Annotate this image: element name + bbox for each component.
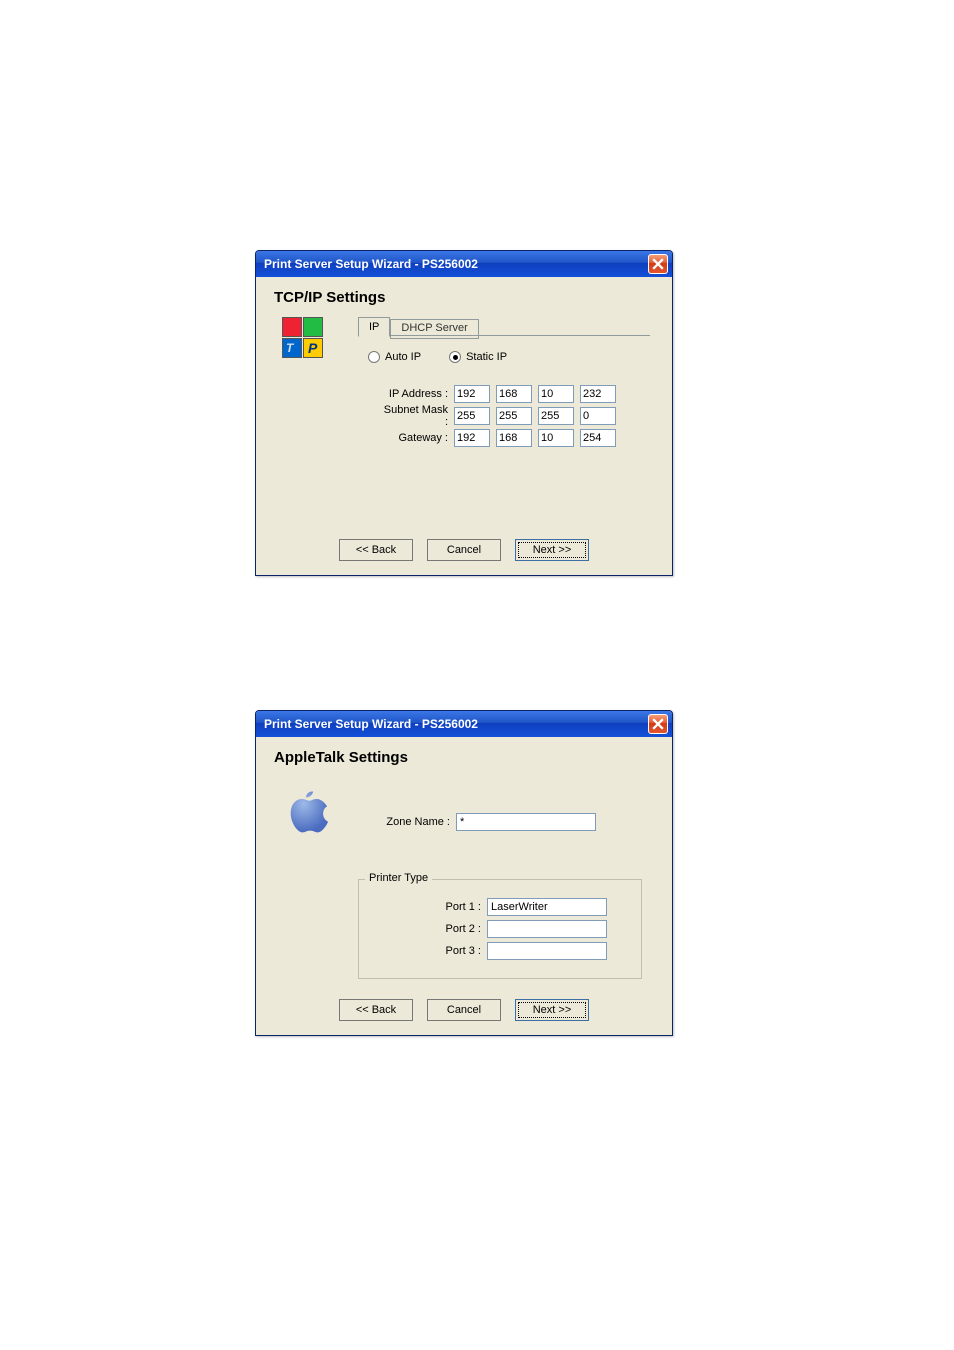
ip-fields: IP Address : Subnet Mask : Gateway : (378, 383, 622, 449)
radio-auto-ip[interactable]: Auto IP (368, 351, 421, 363)
tab-dhcp-server[interactable]: DHCP Server (390, 319, 478, 339)
port3-label: Port 3 : (439, 945, 481, 957)
ip-mode-radios: Auto IP Static IP (368, 351, 507, 363)
port2-input[interactable] (487, 920, 607, 938)
gw-octet-4[interactable] (580, 429, 616, 447)
subnet-mask-label: Subnet Mask : (378, 404, 448, 428)
mask-octet-1[interactable] (454, 407, 490, 425)
appletalk-content: AppleTalk Settings Zone Name : Printer T… (260, 739, 668, 1031)
next-button[interactable]: Next >> (515, 999, 589, 1021)
tcpip-icon: T P (282, 317, 324, 359)
printer-ports: Port 1 : Port 2 : Port 3 : (439, 896, 607, 962)
port1-row: Port 1 : (439, 896, 607, 918)
radio-static-ip-label: Static IP (466, 351, 507, 363)
mask-octet-4[interactable] (580, 407, 616, 425)
gw-octet-2[interactable] (496, 429, 532, 447)
mask-octet-2[interactable] (496, 407, 532, 425)
tcpip-content: TCP/IP Settings T P IP DHCP Server Auto … (260, 279, 668, 571)
ip-address-label: IP Address : (378, 388, 448, 400)
titlebar[interactable]: Print Server Setup Wizard - PS256002 (256, 251, 672, 277)
back-button[interactable]: << Back (339, 539, 413, 561)
tcpip-window: Print Server Setup Wizard - PS256002 TCP… (255, 250, 673, 576)
gateway-label: Gateway : (378, 432, 448, 444)
radio-icon (449, 351, 461, 363)
radio-auto-ip-label: Auto IP (385, 351, 421, 363)
port1-label: Port 1 : (439, 901, 481, 913)
section-heading: TCP/IP Settings (274, 289, 668, 306)
port2-label: Port 2 : (439, 923, 481, 935)
cancel-button[interactable]: Cancel (427, 999, 501, 1021)
radio-icon (368, 351, 380, 363)
radio-static-ip[interactable]: Static IP (449, 351, 507, 363)
ip-octet-2[interactable] (496, 385, 532, 403)
next-button[interactable]: Next >> (515, 539, 589, 561)
wizard-buttons: << Back Cancel Next >> (260, 539, 668, 561)
close-icon (652, 718, 664, 730)
apple-logo-icon (282, 783, 328, 835)
titlebar[interactable]: Print Server Setup Wizard - PS256002 (256, 711, 672, 737)
ip-octet-4[interactable] (580, 385, 616, 403)
zone-name-input[interactable] (456, 813, 596, 831)
gateway-row: Gateway : (378, 427, 622, 449)
close-button[interactable] (648, 714, 668, 734)
close-icon (652, 258, 664, 270)
appletalk-window: Print Server Setup Wizard - PS256002 App… (255, 710, 673, 1036)
tab-ip[interactable]: IP (358, 317, 390, 337)
port3-input[interactable] (487, 942, 607, 960)
window-title: Print Server Setup Wizard - PS256002 (264, 257, 648, 271)
printer-type-legend: Printer Type (365, 872, 432, 884)
subnet-mask-row: Subnet Mask : (378, 405, 622, 427)
port1-input[interactable] (487, 898, 607, 916)
port3-row: Port 3 : (439, 940, 607, 962)
section-heading: AppleTalk Settings (274, 749, 668, 766)
tab-underline (358, 335, 650, 336)
zone-name-label: Zone Name : (378, 816, 450, 828)
close-button[interactable] (648, 254, 668, 274)
ip-octet-1[interactable] (454, 385, 490, 403)
gw-octet-3[interactable] (538, 429, 574, 447)
mask-octet-3[interactable] (538, 407, 574, 425)
port2-row: Port 2 : (439, 918, 607, 940)
back-button[interactable]: << Back (339, 999, 413, 1021)
window-title: Print Server Setup Wizard - PS256002 (264, 717, 648, 731)
zone-name-row: Zone Name : (378, 813, 596, 831)
cancel-button[interactable]: Cancel (427, 539, 501, 561)
wizard-buttons: << Back Cancel Next >> (260, 999, 668, 1021)
printer-type-group: Printer Type Port 1 : Port 2 : Port 3 : (358, 879, 642, 979)
ip-address-row: IP Address : (378, 383, 622, 405)
gw-octet-1[interactable] (454, 429, 490, 447)
tab-strip: IP DHCP Server (358, 317, 479, 337)
ip-octet-3[interactable] (538, 385, 574, 403)
